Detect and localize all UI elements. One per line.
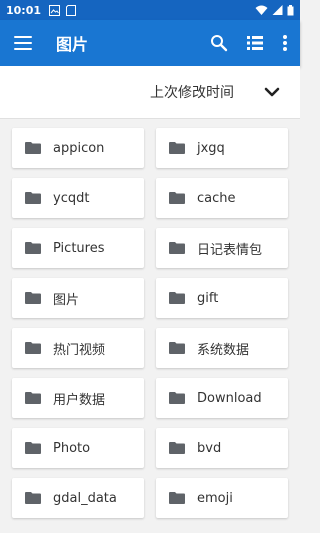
folder-name: ycqdt xyxy=(53,190,90,206)
folder-name: gift xyxy=(197,290,219,306)
folder-icon xyxy=(169,192,185,204)
chevron-down-icon[interactable] xyxy=(264,87,280,97)
folder-icon xyxy=(169,392,185,404)
sd-card-icon xyxy=(66,4,77,16)
folder-name: emoji xyxy=(197,490,233,506)
folder-grid: appicon jxgq ycqdt cache Pictures 日记表情包图片 gift… xyxy=(12,128,288,518)
folder-icon xyxy=(169,442,185,454)
signal-icon xyxy=(272,5,283,15)
list-view-icon[interactable] xyxy=(246,35,264,51)
folder-name: 日记表情包 xyxy=(197,242,263,258)
folder-icon xyxy=(25,192,41,204)
folder-item[interactable]: 系统数据 xyxy=(156,328,288,368)
folder-icon xyxy=(25,342,41,354)
folder-item[interactable]: 日记表情包 xyxy=(156,228,288,268)
menu-icon[interactable] xyxy=(14,36,32,50)
folder-item[interactable]: appicon xyxy=(12,128,144,168)
folder-item[interactable]: emoji xyxy=(156,478,288,518)
folder-icon xyxy=(25,242,41,254)
folder-item[interactable]: ycqdt xyxy=(12,178,144,218)
battery-icon xyxy=(287,4,294,15)
folder-icon xyxy=(169,342,185,354)
folder-item[interactable]: cache xyxy=(156,178,288,218)
folder-item[interactable]: 图片 xyxy=(12,278,144,318)
folder-icon xyxy=(169,242,185,254)
folder-name: 系统数据 xyxy=(197,342,250,358)
folder-icon xyxy=(169,492,185,504)
sort-bar[interactable]: 上次修改时间 xyxy=(0,66,300,119)
folder-icon xyxy=(25,292,41,304)
folder-name: jxgq xyxy=(197,140,225,156)
folder-icon xyxy=(25,142,41,154)
folder-item[interactable]: Pictures xyxy=(12,228,144,268)
folder-name: cache xyxy=(197,190,236,206)
app-bar: 图片 xyxy=(0,20,300,66)
folder-name: Pictures xyxy=(53,240,105,256)
folder-name: Photo xyxy=(53,440,91,456)
folder-name: appicon xyxy=(53,140,105,156)
folder-item[interactable]: Photo xyxy=(12,428,144,468)
folder-name: gdal_data xyxy=(53,490,117,506)
app-bar-actions xyxy=(210,34,288,52)
status-notification-icons xyxy=(49,4,77,16)
folder-icon xyxy=(25,492,41,504)
status-bar: 10:01 xyxy=(0,0,300,20)
image-notification-icon xyxy=(49,4,61,16)
folder-name: 用户数据 xyxy=(53,392,106,408)
page-title: 图片 xyxy=(56,35,89,54)
folder-item[interactable]: 用户数据 xyxy=(12,378,144,418)
folder-icon xyxy=(169,142,185,154)
folder-item[interactable]: 热门视频 xyxy=(12,328,144,368)
status-system-icons xyxy=(255,4,294,16)
folder-icon xyxy=(169,292,185,304)
wifi-icon xyxy=(255,5,268,15)
folder-item[interactable]: bvd xyxy=(156,428,288,468)
status-time: 10:01 xyxy=(6,3,42,17)
folder-name: 热门视频 xyxy=(53,342,106,358)
folder-name: Download xyxy=(197,390,262,406)
folder-icon xyxy=(25,392,41,404)
folder-name: 图片 xyxy=(53,292,80,308)
more-options-icon[interactable] xyxy=(282,34,288,52)
folder-item[interactable]: Download xyxy=(156,378,288,418)
folder-name: bvd xyxy=(197,440,222,456)
sort-label: 上次修改时间 xyxy=(150,85,234,101)
folder-item[interactable]: jxgq xyxy=(156,128,288,168)
search-icon[interactable] xyxy=(210,34,228,52)
folder-icon xyxy=(25,442,41,454)
folder-item[interactable]: gdal_data xyxy=(12,478,144,518)
folder-item[interactable]: gift xyxy=(156,278,288,318)
